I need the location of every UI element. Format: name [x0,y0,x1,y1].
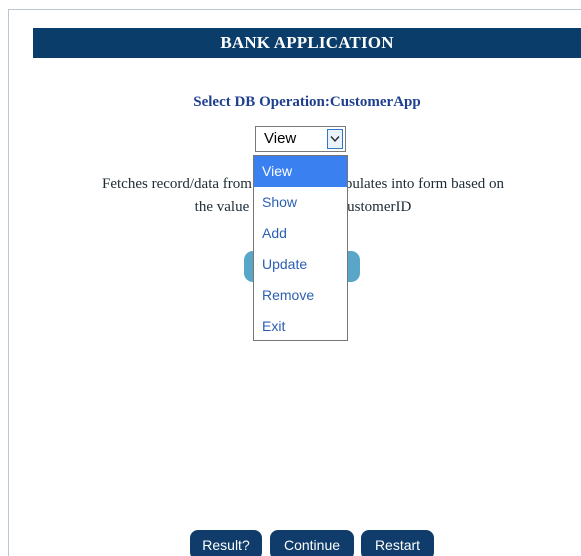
operation-select[interactable]: View [255,126,346,152]
dropdown-option-view[interactable]: View [254,156,347,187]
chevron-down-icon[interactable] [327,129,343,149]
description-line-1-left: Fetches record/data from da [102,176,270,192]
dropdown-option-exit[interactable]: Exit [254,311,347,342]
continue-button[interactable]: Continue [270,530,354,556]
description-line-1-right: populates into form based on [329,176,504,192]
operation-title: Select DB Operation:CustomerApp [193,94,421,110]
dropdown-option-show[interactable]: Show [254,187,347,218]
result-button[interactable]: Result? [190,530,262,556]
restart-button[interactable]: Restart [361,530,434,556]
app-header: BANK APPLICATION [33,28,581,58]
operation-select-value: View [264,130,297,147]
frame-top-border [8,9,581,10]
operation-dropdown-list: View Show Add Update Remove Exit [253,155,348,341]
dropdown-option-update[interactable]: Update [254,249,347,280]
frame-left-border [8,9,9,556]
dropdown-option-add[interactable]: Add [254,218,347,249]
dropdown-option-remove[interactable]: Remove [254,280,347,311]
